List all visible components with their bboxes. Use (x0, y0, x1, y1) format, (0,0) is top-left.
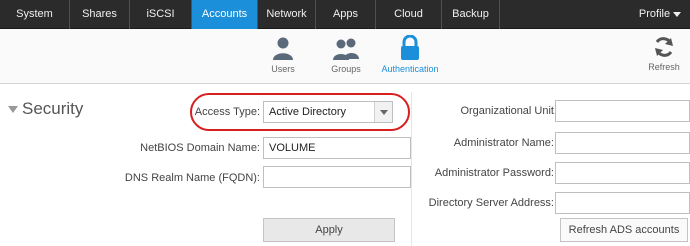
netbios-label: NetBIOS Domain Name: (140, 142, 260, 154)
tab-system[interactable]: System (0, 0, 70, 29)
refresh-icon (655, 37, 673, 57)
access-type-label: Access Type: (194, 106, 260, 118)
access-type-select[interactable]: Active Directory (263, 101, 393, 123)
apply-button[interactable]: Apply (263, 218, 395, 242)
tab-backup[interactable]: Backup (442, 0, 500, 29)
dir-server-input[interactable] (555, 192, 690, 214)
tab-shares[interactable]: Shares (70, 0, 130, 29)
subnav-authentication[interactable]: Authentication (375, 35, 445, 74)
admin-password-input[interactable] (555, 162, 690, 184)
top-navigation: System Shares iSCSI Accounts Network App… (0, 0, 690, 29)
tab-network[interactable]: Network (258, 0, 316, 29)
refresh-ads-accounts-button[interactable]: Refresh ADS accounts (560, 218, 688, 242)
collapse-triangle-icon (8, 106, 18, 114)
admin-password-label: Administrator Password: (434, 167, 554, 179)
subnav-users-label: Users (271, 64, 295, 74)
org-unit-label: Organizational Unit (460, 105, 554, 117)
org-unit-input[interactable] (555, 100, 690, 122)
section-title[interactable]: Security (8, 99, 83, 119)
subnav-users[interactable]: Users (248, 35, 318, 74)
admin-name-input[interactable] (555, 132, 690, 154)
tab-apps[interactable]: Apps (316, 0, 376, 29)
tab-iscsi[interactable]: iSCSI (130, 0, 192, 29)
chevron-down-icon (673, 11, 682, 17)
accounts-subnav: Users Groups Authentication Refresh (0, 29, 690, 84)
user-icon (273, 37, 293, 60)
tab-cloud[interactable]: Cloud (376, 0, 442, 29)
group-icon (333, 38, 359, 60)
netbios-domain-input[interactable] (263, 137, 411, 159)
dns-realm-label: DNS Realm Name (FQDN): (124, 172, 260, 184)
column-divider (411, 92, 412, 246)
subnav-groups[interactable]: Groups (311, 35, 381, 74)
dns-realm-input[interactable] (263, 166, 411, 188)
admin-name-label: Administrator Name: (453, 137, 554, 149)
chevron-down-icon (374, 102, 392, 122)
lock-icon (401, 35, 419, 60)
tab-accounts[interactable]: Accounts (192, 0, 258, 29)
subnav-groups-label: Groups (331, 64, 361, 74)
profile-menu[interactable]: Profile (630, 0, 690, 29)
section-title-label: Security (22, 99, 84, 118)
refresh-label: Refresh (648, 62, 680, 72)
profile-label: Profile (638, 8, 671, 20)
dir-server-label: Directory Server Address: (428, 197, 554, 209)
access-type-value: Active Directory (269, 106, 347, 118)
subnav-authentication-label: Authentication (381, 64, 439, 74)
refresh-button[interactable]: Refresh (644, 35, 684, 72)
